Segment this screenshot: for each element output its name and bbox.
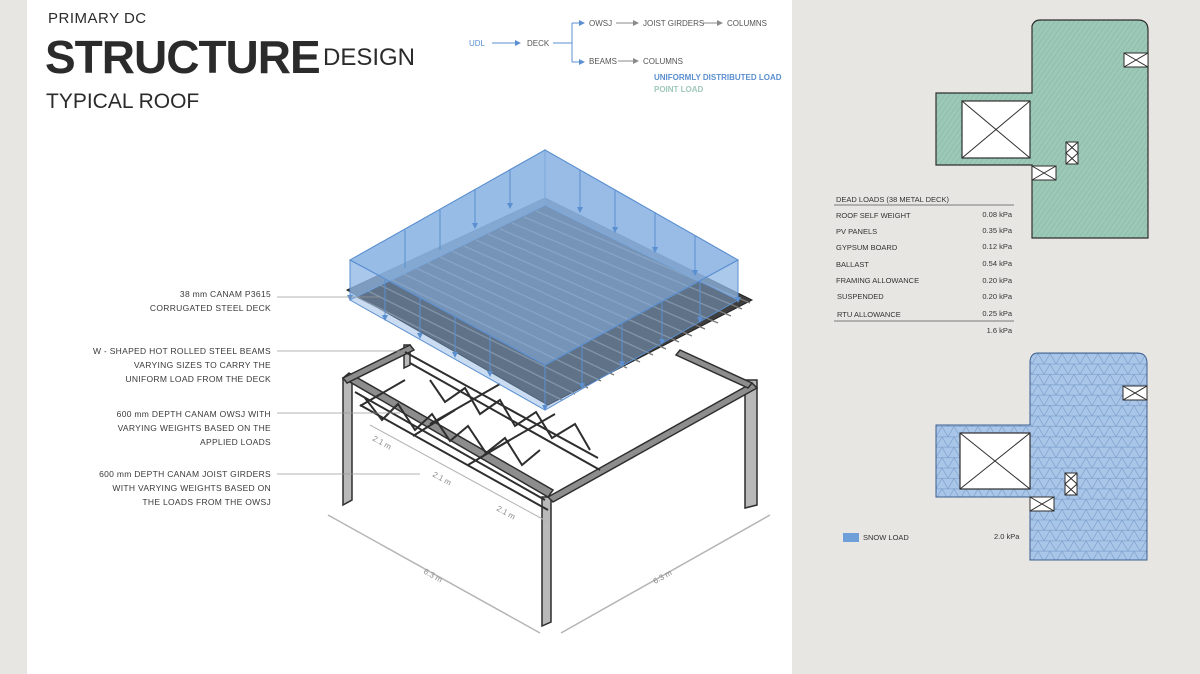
snow-load-swatch — [843, 533, 859, 542]
dim-width: 6.3 m — [422, 567, 444, 585]
udl-load-volume — [347, 149, 741, 411]
dead-load-value: 0.25 kPa — [982, 309, 1012, 318]
dead-loads-title: DEAD LOADS (38 METAL DECK) — [836, 195, 949, 204]
dead-load-total: 1.6 kPa — [986, 326, 1012, 335]
dead-load-label: ROOF SELF WEIGHT — [836, 211, 911, 220]
callout-deck: 38 mm CANAM P3615 CORRUGATED STEEL DECK — [149, 289, 271, 313]
dead-load-value: 0.08 kPa — [982, 210, 1012, 219]
dead-load-label: GYPSUM BOARD — [836, 243, 898, 252]
dead-load-label: FRAMING ALLOWANCE — [836, 276, 920, 285]
dead-load-value: 0.12 kPa — [982, 242, 1012, 251]
snow-load-value: 2.0 kPa — [994, 532, 1020, 541]
structure-drawing: 2.1 m 2.1 m 2.1 m 6.3 m 6.3 m — [277, 19, 1149, 634]
callout-girders: 600 mm DEPTH CANAM JOIST GIRDERS WITH VA… — [99, 469, 271, 507]
dead-load-value: 0.35 kPa — [982, 226, 1012, 235]
dim-depth: 6.3 m — [652, 568, 674, 586]
dim-bay-1: 2.1 m — [371, 434, 393, 452]
dim-bay-2: 2.1 m — [431, 470, 453, 488]
snow-load-plan — [935, 352, 1148, 561]
callout-owsj: 600 mm DEPTH CANAM OWSJ WITH VARYING WEI… — [116, 409, 271, 447]
snow-load-label: SNOW LOAD — [863, 533, 909, 542]
dead-load-value: 0.20 kPa — [982, 276, 1012, 285]
dead-load-value: 0.54 kPa — [982, 259, 1012, 268]
dim-bay-3: 2.1 m — [495, 504, 517, 522]
dead-load-label: RTU ALLOWANCE — [837, 310, 901, 319]
dead-load-label: PV PANELS — [836, 227, 878, 236]
callout-beams: W - SHAPED HOT ROLLED STEEL BEAMS VARYIN… — [92, 346, 271, 384]
dead-load-label: BALLAST — [836, 260, 869, 269]
load-path-arrows — [492, 20, 723, 65]
dead-load-value: 0.20 kPa — [982, 292, 1012, 301]
dead-load-label: SUSPENDED — [837, 292, 884, 301]
